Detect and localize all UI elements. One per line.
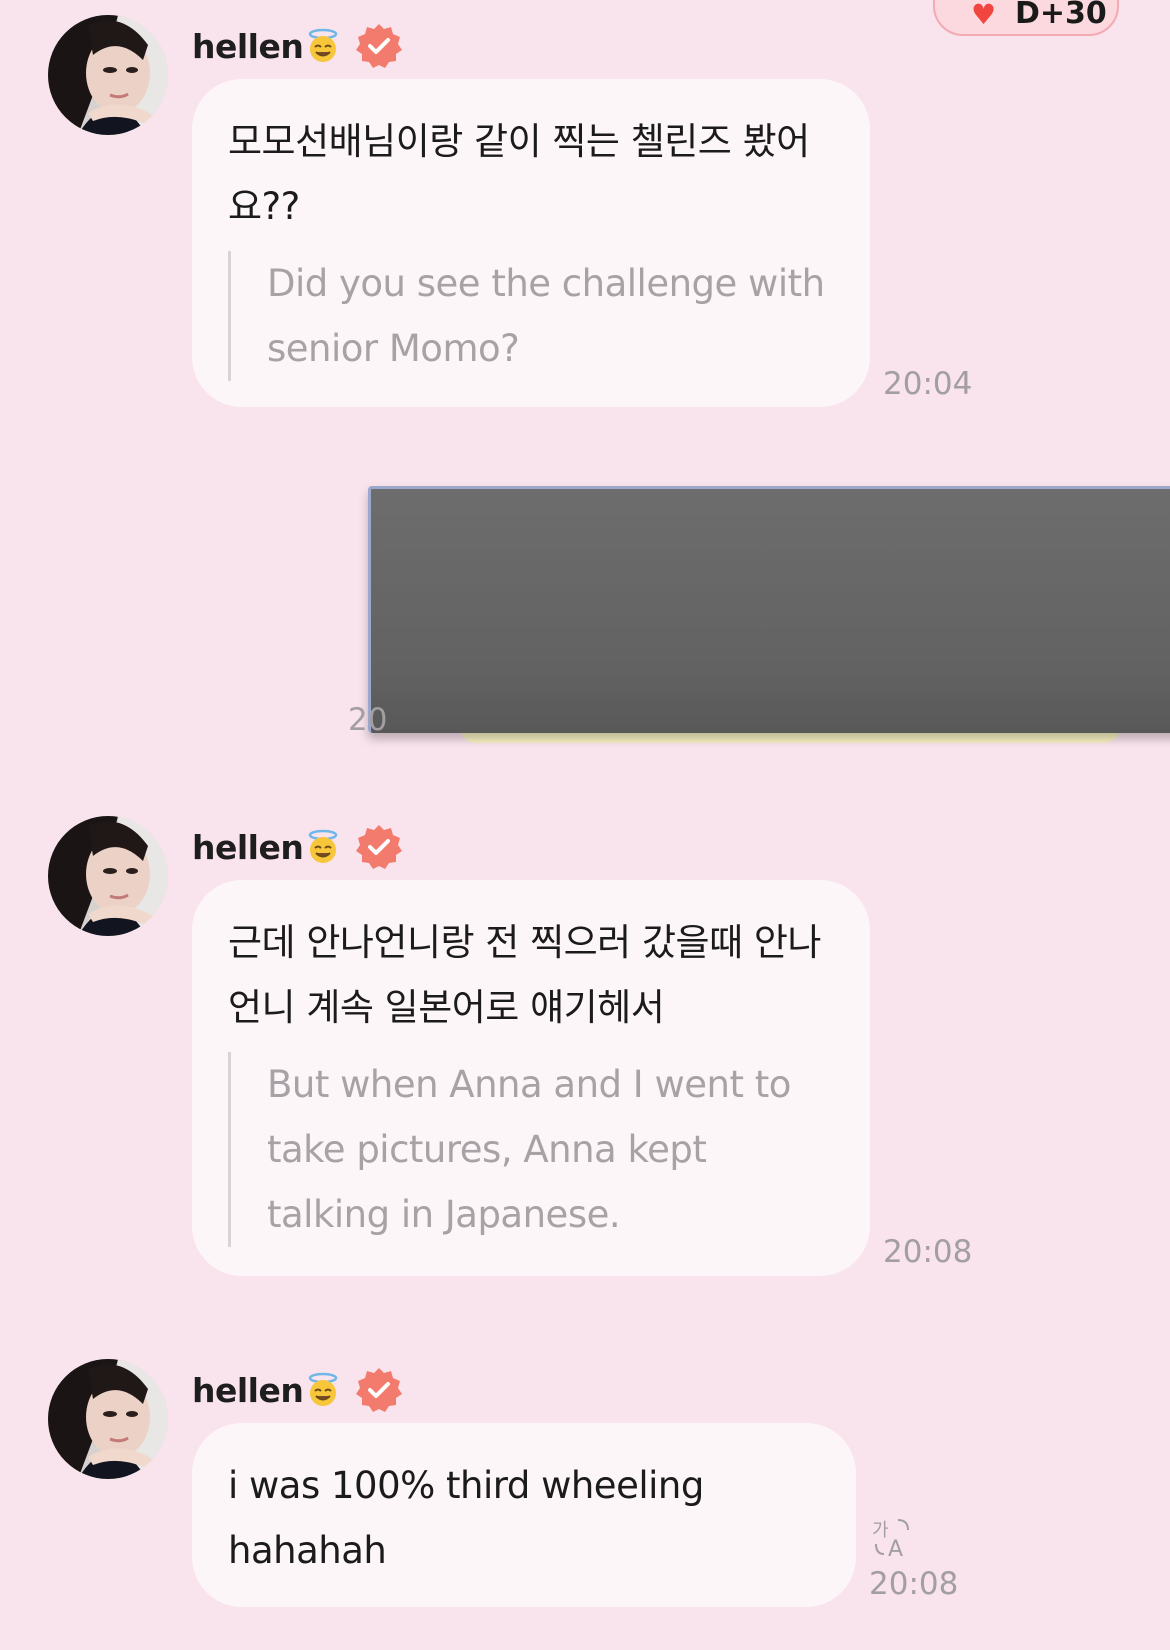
message-timestamp: 20:04 bbox=[883, 366, 973, 402]
sender-header: hellen bbox=[192, 823, 403, 871]
message-timestamp: 20:08 bbox=[883, 1234, 973, 1270]
message-text: 근데 안나언니랑 전 찍으러 갔을때 안나언니 계속 일본어로 얘기헤서 bbox=[228, 921, 821, 1029]
angel-halo-emoji-icon bbox=[309, 28, 338, 62]
message-bubble[interactable]: 근데 안나언니랑 전 찍으러 갔을때 안나언니 계속 일본어로 얘기헤서 But… bbox=[192, 880, 870, 1276]
verified-badge-icon bbox=[356, 1368, 403, 1412]
svg-text:가: 가 bbox=[872, 1520, 889, 1541]
dday-label: D+30 bbox=[1015, 0, 1107, 31]
message-timestamp: 20:08 bbox=[869, 1566, 959, 1602]
message-timestamp: 20 bbox=[348, 702, 388, 738]
message-bubble[interactable]: i was 100% third wheeling hahahah bbox=[192, 1423, 856, 1607]
redacted-image bbox=[368, 486, 1170, 733]
verified-badge-icon bbox=[356, 825, 403, 869]
svg-text:A: A bbox=[888, 1537, 903, 1560]
message-translation: But when Anna and I went to take picture… bbox=[228, 1052, 834, 1247]
message-text: i was 100% third wheeling hahahah bbox=[228, 1464, 704, 1572]
sender-name: hellen bbox=[192, 26, 304, 66]
avatar[interactable] bbox=[48, 816, 168, 936]
avatar[interactable] bbox=[48, 1359, 168, 1479]
message-text: 모모선배님이랑 같이 찍는 첼린즈 봤어요?? bbox=[228, 120, 810, 228]
sender-name: hellen bbox=[192, 1370, 304, 1410]
verified-badge-icon bbox=[356, 24, 403, 68]
translate-icon[interactable]: 가 A bbox=[870, 1516, 914, 1560]
sender-name: hellen bbox=[192, 827, 304, 867]
heart-icon: ♥ bbox=[971, 0, 997, 31]
angel-halo-emoji-icon bbox=[309, 829, 338, 863]
dday-badge: ♥ D+30 bbox=[933, 0, 1119, 36]
sender-header: hellen bbox=[192, 22, 403, 70]
message-bubble[interactable]: 모모선배님이랑 같이 찍는 첼린즈 봤어요?? Did you see the … bbox=[192, 79, 870, 407]
sender-header: hellen bbox=[192, 1366, 403, 1414]
angel-halo-emoji-icon bbox=[309, 1372, 338, 1406]
avatar[interactable] bbox=[48, 15, 168, 135]
message-translation: Did you see the challenge with senior Mo… bbox=[228, 251, 834, 381]
